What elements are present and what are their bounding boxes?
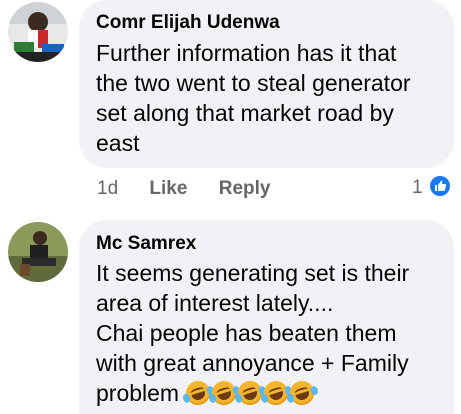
comment-text: problem (96, 380, 180, 406)
rofl-emoji (233, 377, 267, 409)
avatar-mc-samrex[interactable] (8, 222, 68, 282)
rofl-emoji (285, 377, 319, 409)
comment-bubble: Mc Samrex It seems generating set is the… (79, 220, 454, 414)
rofl-emoji (207, 377, 241, 409)
comment-2: Mc Samrex It seems generating set is the… (0, 0, 461, 414)
comment-author[interactable]: Mc Samrex (96, 233, 196, 255)
rofl-emoji (181, 377, 215, 409)
comment-text-line: Chai people has beaten them (96, 320, 397, 346)
comment-text-line: It seems generating set is their (96, 260, 410, 286)
comment-text-line-last: problem (96, 377, 319, 409)
comment-text-line: area of interest lately.... (96, 290, 334, 316)
comment-text-line: with great annoyance + Family (96, 350, 409, 376)
avatar-image (8, 222, 68, 282)
rofl-emoji (259, 377, 293, 409)
